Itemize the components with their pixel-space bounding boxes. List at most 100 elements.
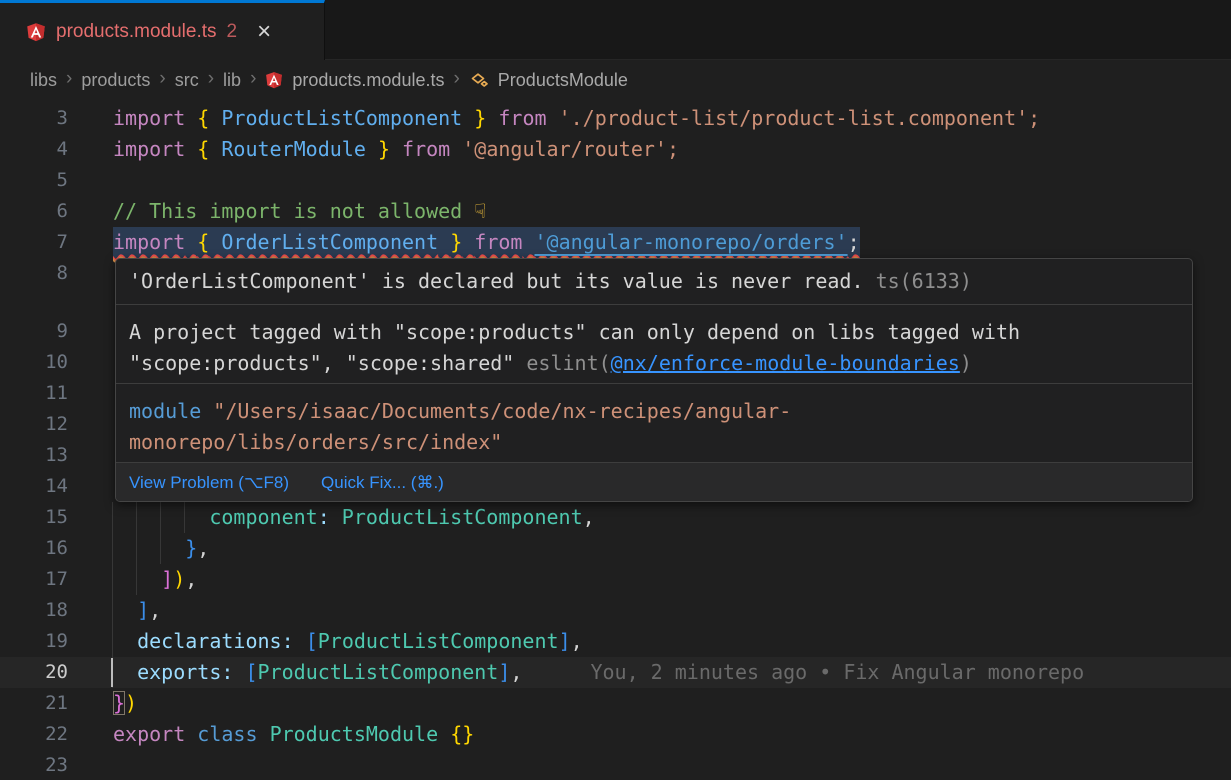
module-info-line1: module "/Users/isaac/Documents/code/nx-r… [129, 396, 1179, 427]
code-line-3[interactable]: 3 import { ProductListComponent } from '.… [0, 103, 1231, 134]
line-number: 20 [0, 657, 68, 688]
code-line-4[interactable]: 4 import { RouterModule } from '@angular/… [0, 134, 1231, 165]
chevron-right-icon: › [453, 68, 459, 90]
code-text: }, [113, 533, 209, 564]
line-number: 6 [0, 196, 68, 227]
ts-message-source: ts(6133) [876, 269, 972, 293]
indent-guide [184, 502, 185, 533]
indent-guide [136, 502, 137, 533]
indent-guide [112, 626, 113, 657]
eslint-message-line1: A project tagged with "scope:products" c… [129, 317, 1179, 348]
module-path-line2: monorepo/libs/orders/src/index" [129, 427, 1179, 458]
git-blame-annotation: You, 2 minutes ago • Fix Angular monorep… [590, 660, 1084, 684]
line-number: 4 [0, 134, 68, 165]
chevron-right-icon: › [159, 68, 165, 90]
line-number: 15 [0, 502, 68, 533]
line-number: 16 [0, 533, 68, 564]
tab-label: products.module.ts [56, 21, 217, 43]
indent-guide [112, 502, 113, 533]
line-number: 8 [0, 258, 68, 289]
hover-popup: 'OrderListComponent' is declared but its… [115, 258, 1193, 502]
code-text: ]), [113, 564, 197, 595]
code-text: declarations: [ProductListComponent], [113, 626, 583, 657]
code-text: component: ProductListComponent, [113, 502, 595, 533]
line-number: 21 [0, 688, 68, 719]
chevron-right-icon: › [250, 68, 256, 90]
chevron-right-icon: › [66, 68, 72, 90]
eslint-source-suffix: ) [960, 351, 972, 375]
line-number: 10 [0, 347, 68, 378]
tab-error-count-badge: 2 [227, 21, 238, 43]
code-line-7[interactable]: 7 import { OrderListComponent } from '@an… [0, 227, 1231, 258]
code-line-21[interactable]: 21}) [0, 688, 1231, 719]
line-number: 12 [0, 409, 68, 440]
hover-eslint-message: A project tagged with "scope:products" c… [116, 304, 1192, 383]
line-number: 18 [0, 595, 68, 626]
code-line-19[interactable]: 19 declarations: [ProductListComponent], [0, 626, 1231, 657]
tab-strip-empty-area [325, 0, 1231, 60]
code-text: exports: [ProductListComponent], [113, 657, 522, 688]
angular-file-icon [26, 22, 46, 42]
vscode-window: products.module.ts 2 × libs › products ›… [0, 0, 1231, 780]
code-line-5[interactable]: 5 [0, 165, 1231, 196]
indent-guide [160, 533, 161, 564]
indent-guide [112, 564, 113, 595]
tab-products-module[interactable]: products.module.ts 2 × [0, 0, 325, 60]
breadcrumb-item-products[interactable]: products [81, 70, 150, 91]
breadcrumb-symbol[interactable]: ProductsModule [498, 70, 628, 91]
quick-fix-button[interactable]: Quick Fix... (⌘.) [321, 467, 444, 498]
line-number: 5 [0, 165, 68, 196]
indent-guide [112, 595, 113, 626]
code-line-15[interactable]: 15 component: ProductListComponent, [0, 502, 1231, 533]
module-keyword: module [129, 399, 201, 423]
code-line-20[interactable]: 20 exports: [ProductListComponent], You, … [0, 657, 1231, 688]
code-line-6[interactable]: 6 // This import is not allowed ☟ [0, 196, 1231, 227]
breadcrumb-item-lib[interactable]: lib [223, 70, 241, 91]
chevron-right-icon: › [208, 68, 214, 90]
breadcrumb: libs › products › src › lib › products.m… [0, 60, 1231, 100]
code-text: }) [113, 688, 137, 719]
code-text: import { RouterModule } from '@angular/r… [113, 134, 679, 165]
code-text: ], [113, 595, 161, 626]
warning-squiggle-overlay: import { OrderListComponent } from '@ang… [113, 229, 860, 260]
line-number: 7 [0, 227, 68, 258]
code-line-22[interactable]: 22 export class ProductsModule {} [0, 719, 1231, 750]
eslint-source-prefix: eslint( [526, 351, 610, 375]
code-text: export class ProductsModule {} [113, 719, 474, 750]
tab-bar: products.module.ts 2 × [0, 0, 1231, 60]
text-cursor [111, 658, 113, 687]
angular-file-icon [265, 71, 283, 89]
class-symbol-icon [469, 70, 489, 90]
code-line-16[interactable]: 16 }, [0, 533, 1231, 564]
code-line-17[interactable]: 17 ]), [0, 564, 1231, 595]
line-number: 14 [0, 471, 68, 502]
code-text: import { ProductListComponent } from './… [113, 103, 1040, 134]
eslint-message-line2: "scope:products", "scope:shared" eslint(… [129, 348, 1179, 379]
code-text: import { OrderListComponent } from '@ang… [113, 227, 860, 258]
eslint-rule-link[interactable]: @nx/enforce-module-boundaries [611, 351, 960, 375]
hover-ts-message: 'OrderListComponent' is declared but its… [116, 259, 1192, 304]
code-line-23[interactable]: 23 [0, 750, 1231, 780]
breadcrumb-item-libs[interactable]: libs [30, 70, 57, 91]
close-icon[interactable]: × [257, 20, 271, 44]
line-number: 13 [0, 440, 68, 471]
indent-guide [160, 502, 161, 533]
editor[interactable]: 3 import { ProductListComponent } from '.… [0, 100, 1231, 780]
line-number: 11 [0, 378, 68, 409]
line-number: 3 [0, 103, 68, 134]
line-number: 23 [0, 750, 68, 780]
breadcrumb-item-src[interactable]: src [175, 70, 199, 91]
indent-guide [112, 533, 113, 564]
line-number: 22 [0, 719, 68, 750]
hover-actions-bar: View Problem (⌥F8) Quick Fix... (⌘.) [116, 462, 1192, 501]
code-line-18[interactable]: 18 ], [0, 595, 1231, 626]
line-number: 17 [0, 564, 68, 595]
line-number: 9 [0, 316, 68, 347]
view-problem-button[interactable]: View Problem (⌥F8) [129, 467, 289, 498]
breadcrumb-file[interactable]: products.module.ts [292, 70, 444, 91]
hover-module-info: module "/Users/isaac/Documents/code/nx-r… [116, 383, 1192, 462]
ts-message-text: 'OrderListComponent' is declared but its… [129, 269, 864, 293]
code-text: // This import is not allowed ☟ [113, 196, 486, 227]
line-number: 19 [0, 626, 68, 657]
indent-guide [136, 564, 137, 595]
